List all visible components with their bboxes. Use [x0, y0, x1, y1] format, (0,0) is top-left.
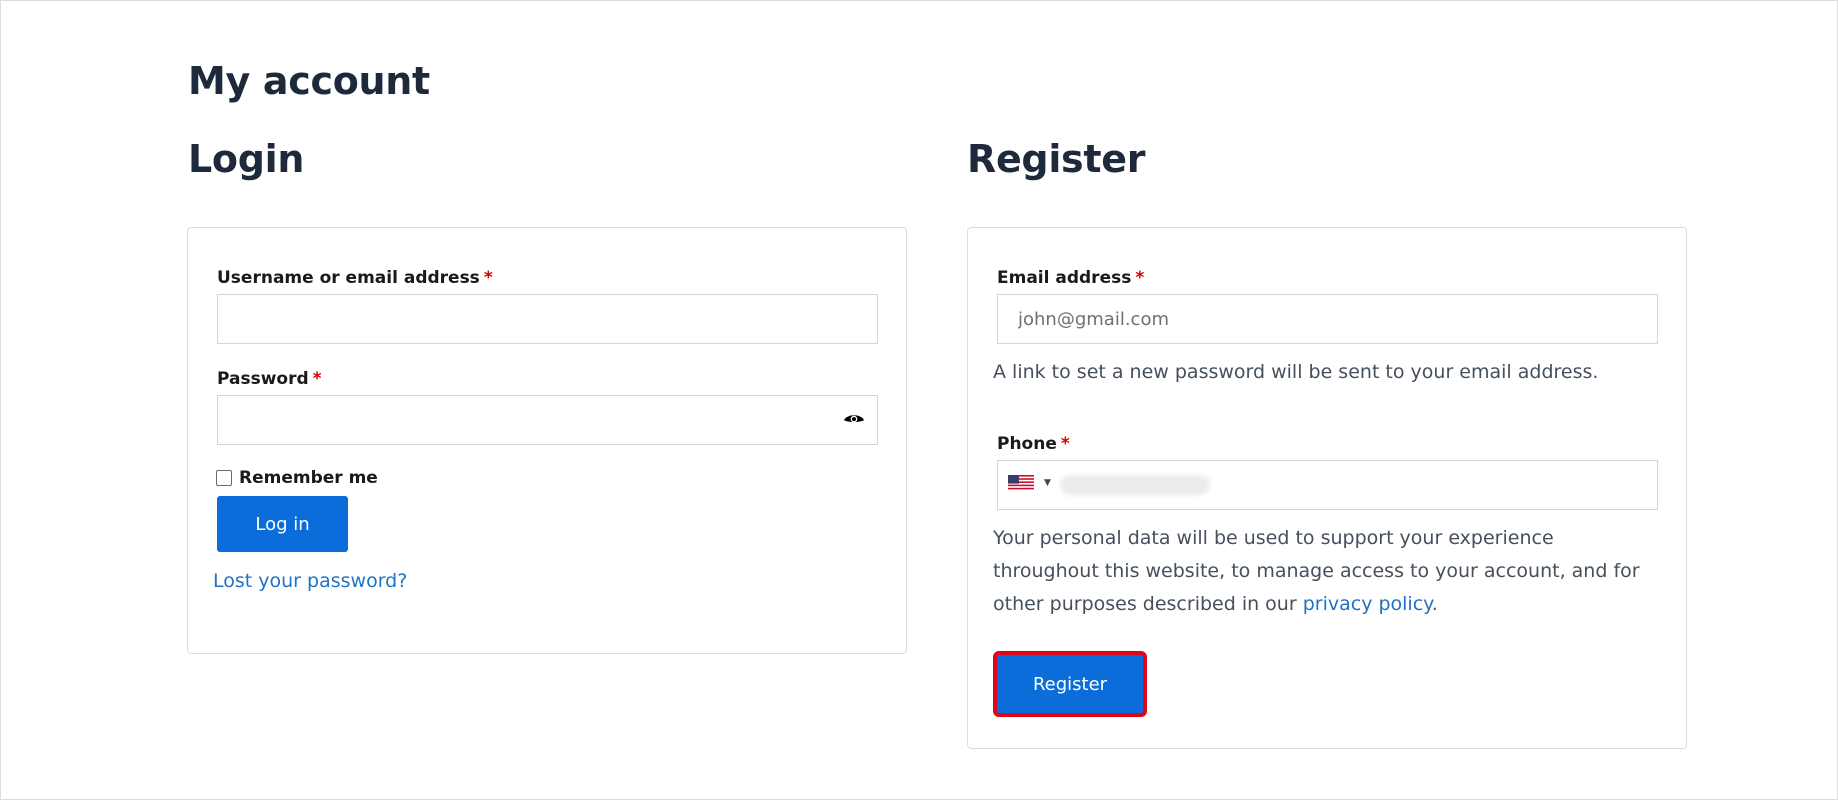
page-title: My account — [188, 59, 430, 103]
register-button[interactable]: Register — [993, 651, 1147, 717]
phone-field-wrapper: ▼ — [997, 460, 1658, 510]
privacy-text: Your personal data will be used to suppo… — [993, 522, 1663, 621]
email-help-text: A link to set a new password will be sen… — [993, 361, 1599, 383]
username-field-wrapper — [217, 294, 878, 344]
remember-me-checkbox[interactable] — [216, 470, 232, 486]
email-label: Email address * — [997, 268, 1144, 288]
email-input[interactable] — [998, 295, 1657, 343]
us-flag-icon — [1008, 475, 1034, 491]
lost-password-link[interactable]: Lost your password? — [213, 570, 407, 592]
privacy-text-after: . — [1431, 593, 1438, 615]
login-form: Username or email address * Password * Rem… — [187, 227, 907, 654]
required-marker: * — [1060, 434, 1070, 454]
required-marker: * — [483, 268, 493, 288]
country-selector[interactable]: ▼ — [1008, 475, 1051, 491]
register-heading: Register — [967, 137, 1146, 181]
register-form: Email address* A link to set a new passw… — [967, 227, 1687, 749]
password-field-wrapper — [217, 395, 878, 445]
login-heading: Login — [188, 137, 305, 181]
login-button[interactable]: Log in — [217, 496, 348, 552]
password-label-text: Password — [217, 369, 309, 389]
remember-me-row: Remember me — [216, 468, 378, 488]
password-label: Password * — [217, 369, 322, 389]
remember-me-label[interactable]: Remember me — [239, 468, 378, 488]
phone-input[interactable] — [1060, 475, 1210, 495]
required-marker: * — [1135, 268, 1145, 288]
page-frame: My account Login Register Username or em… — [0, 0, 1838, 800]
phone-label-text: Phone — [997, 434, 1057, 454]
email-label-text: Email address — [997, 268, 1132, 288]
username-label-text: Username or email address — [217, 268, 480, 288]
phone-label: Phone * — [997, 434, 1070, 454]
username-label: Username or email address * — [217, 268, 493, 288]
username-input[interactable] — [218, 295, 877, 343]
email-field-wrapper — [997, 294, 1658, 344]
required-marker: * — [312, 369, 322, 389]
caret-down-icon[interactable]: ▼ — [1044, 478, 1051, 488]
eye-icon[interactable] — [843, 410, 865, 430]
password-input[interactable] — [218, 396, 877, 444]
privacy-policy-link[interactable]: privacy policy — [1303, 593, 1432, 615]
